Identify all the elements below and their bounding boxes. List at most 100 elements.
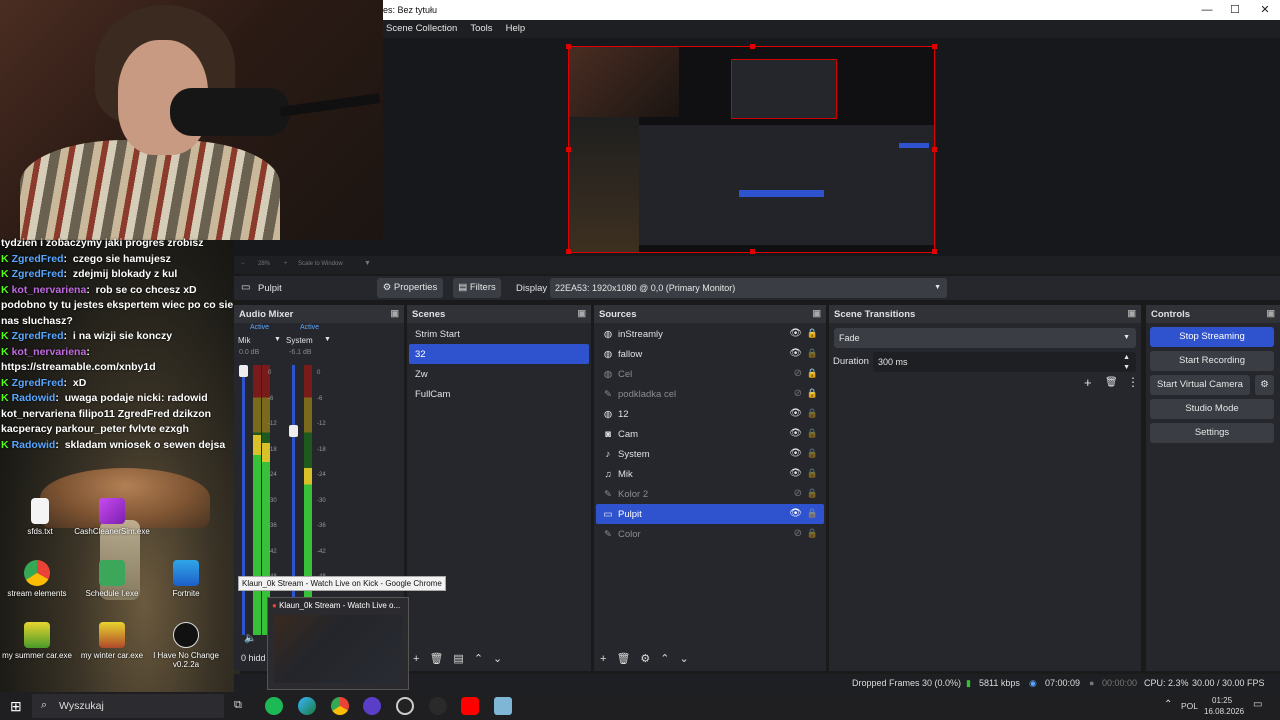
language-indicator[interactable]: POL [1181,701,1198,711]
chevron-up-icon[interactable]: ⌃ [1164,699,1172,710]
app-icon[interactable] [429,697,447,715]
resize-handle[interactable] [932,249,937,254]
menu-help[interactable]: Help [506,23,526,34]
desktop-icon-my-summer-car[interactable]: my summer car.exe [0,622,77,660]
desktop-icon-cashcleaner[interactable]: CashCleanerSim.exe [72,498,152,536]
source-item[interactable]: ◙ Cam 👁 🔒 [596,424,824,444]
eye-icon[interactable]: 👁 [789,468,802,479]
popout-icon[interactable]: ▣ [577,308,586,319]
unlock-icon[interactable]: 🔒 [807,528,818,539]
trash-icon[interactable]: 🗑 [1105,377,1118,388]
system-volume-handle[interactable] [289,425,298,437]
add-icon[interactable]: + [1084,375,1092,390]
task-view-icon[interactable]: ⧉ [234,699,242,712]
popout-icon[interactable]: ▣ [812,308,821,319]
edge-icon[interactable] [298,697,316,715]
resize-handle[interactable] [932,44,937,49]
lock-icon[interactable]: 🔒 [807,328,818,339]
windows-start-icon[interactable]: ⊞ [10,698,22,715]
stop-streaming-button[interactable]: Stop Streaming [1150,327,1274,347]
lock-icon[interactable]: 🔒 [807,368,818,379]
gear-icon[interactable]: ⚙ [640,653,650,665]
more-icon[interactable]: ⋮ [1127,375,1139,389]
desktop-icon-my-winter-car[interactable]: my winter car.exe [72,622,152,660]
desktop-icon-schedule[interactable]: Schedule I.exe [72,560,152,598]
eye-icon[interactable]: 👁 [789,448,802,459]
clock-time[interactable]: 01:25 [1212,696,1232,705]
duration-input[interactable]: 300 ms ▲ ▼ [873,352,1136,372]
unlock-icon[interactable]: 🔒 [807,488,818,499]
desktop-icon-stream-elements[interactable]: stream elements [0,560,77,598]
move-down-icon[interactable]: ⌄ [680,653,689,665]
lock-icon[interactable]: 🔒 [807,388,818,399]
resize-handle[interactable] [750,44,755,49]
chevron-down-icon[interactable]: ▼ [364,260,371,267]
chevron-down-icon[interactable]: ▼ [274,336,281,343]
taskbar-window-thumbnail[interactable]: ● Klaun_0k Stream - Watch Live o... [267,597,409,690]
zoom-scale-mode[interactable]: Scale to Window [298,261,343,267]
filter-icon[interactable]: ▤ [453,653,463,665]
resize-handle[interactable] [932,147,937,152]
source-item[interactable]: ✎ Kolor 2 ⊘ 🔒 [596,484,824,504]
source-item[interactable]: ✎ podkladka cel ⊘ 🔒 [596,384,824,404]
source-item[interactable]: ♫ Mik 👁 🔒 [596,464,824,484]
move-up-icon[interactable]: ⌃ [474,653,483,665]
resize-handle[interactable] [566,44,571,49]
scene-item[interactable]: 32 [409,344,589,364]
clock-date[interactable]: 16.08.2026 [1204,707,1244,716]
eye-off-icon[interactable]: ⊘ [794,388,802,399]
properties-button[interactable]: ⚙ Properties [377,278,443,298]
display-select[interactable]: 22EA53: 1920x1080 @ 0,0 (Primary Monitor… [550,278,947,298]
zoom-out-icon[interactable]: − [241,261,245,267]
notification-icon[interactable]: ▭ [1253,699,1262,710]
desktop-icon-sfds[interactable]: sfds.txt [0,498,80,536]
obs-title-bar[interactable]: es: Bez tytułu — ☐ ✕ [383,0,1280,20]
minimize-icon[interactable]: — [1200,3,1214,17]
start-recording-button[interactable]: Start Recording [1150,351,1274,371]
unlock-icon[interactable]: 🔒 [807,508,818,519]
virtual-camera-settings-button[interactable]: ⚙ [1255,375,1274,395]
menu-scene-collection[interactable]: Scene Collection [386,23,457,34]
eye-off-icon[interactable]: ⊘ [794,528,802,539]
unlock-icon[interactable]: 🔒 [807,348,818,359]
unlock-icon[interactable]: 🔒 [807,468,818,479]
source-item[interactable]: ◍ 12 👁 🔒 [596,404,824,424]
mik-volume-slider[interactable] [242,365,245,635]
system-volume-slider[interactable] [292,365,295,635]
eye-icon[interactable]: 👁 [789,428,802,439]
chrome-icon[interactable] [331,697,349,715]
obs-icon[interactable] [396,697,414,715]
zoom-in-icon[interactable]: + [284,261,288,267]
popout-icon[interactable]: ▣ [390,308,399,319]
unlock-icon[interactable]: 🔒 [807,448,818,459]
notepad-icon[interactable] [494,697,512,715]
unlock-icon[interactable]: 🔒 [807,428,818,439]
source-item[interactable]: ◍ fallow 👁 🔒 [596,344,824,364]
eye-off-icon[interactable]: ⊘ [794,368,802,379]
scene-item[interactable]: Zw [409,364,589,384]
spotify-icon[interactable] [265,697,283,715]
eye-icon[interactable]: 👁 [789,508,802,519]
source-item[interactable]: ◍ Cel ⊘ 🔒 [596,364,824,384]
trash-icon[interactable]: 🗑 [616,653,630,665]
source-item[interactable]: ▭ Pulpit 👁 🔒 [596,504,824,524]
desktop-icon-fortnite[interactable]: Fortnite [146,560,226,598]
desktop-icon-i-have-no-change[interactable]: I Have No Change v0.2.2a [146,622,226,669]
mik-volume-handle[interactable] [239,365,248,377]
eye-icon[interactable]: 👁 [789,328,802,339]
source-item[interactable]: ◍ inStreamly 👁 🔒 [596,324,824,344]
add-icon[interactable]: + [413,653,419,665]
popout-icon[interactable]: ▣ [1127,308,1136,319]
youtube-icon[interactable] [461,697,479,715]
scene-item[interactable]: Strim Start [409,324,589,344]
speaker-icon[interactable]: 🔈 [244,633,256,644]
trash-icon[interactable]: 🗑 [429,653,443,665]
source-item[interactable]: ✎ Color ⊘ 🔒 [596,524,824,544]
eye-icon[interactable]: 👁 [789,348,802,359]
resize-handle[interactable] [750,249,755,254]
taskbar-search[interactable]: ⌕ Wyszukaj [32,694,224,718]
menu-tools[interactable]: Tools [470,23,492,34]
app-icon[interactable] [363,697,381,715]
eye-icon[interactable]: 👁 [789,408,802,419]
settings-button[interactable]: Settings [1150,423,1274,443]
